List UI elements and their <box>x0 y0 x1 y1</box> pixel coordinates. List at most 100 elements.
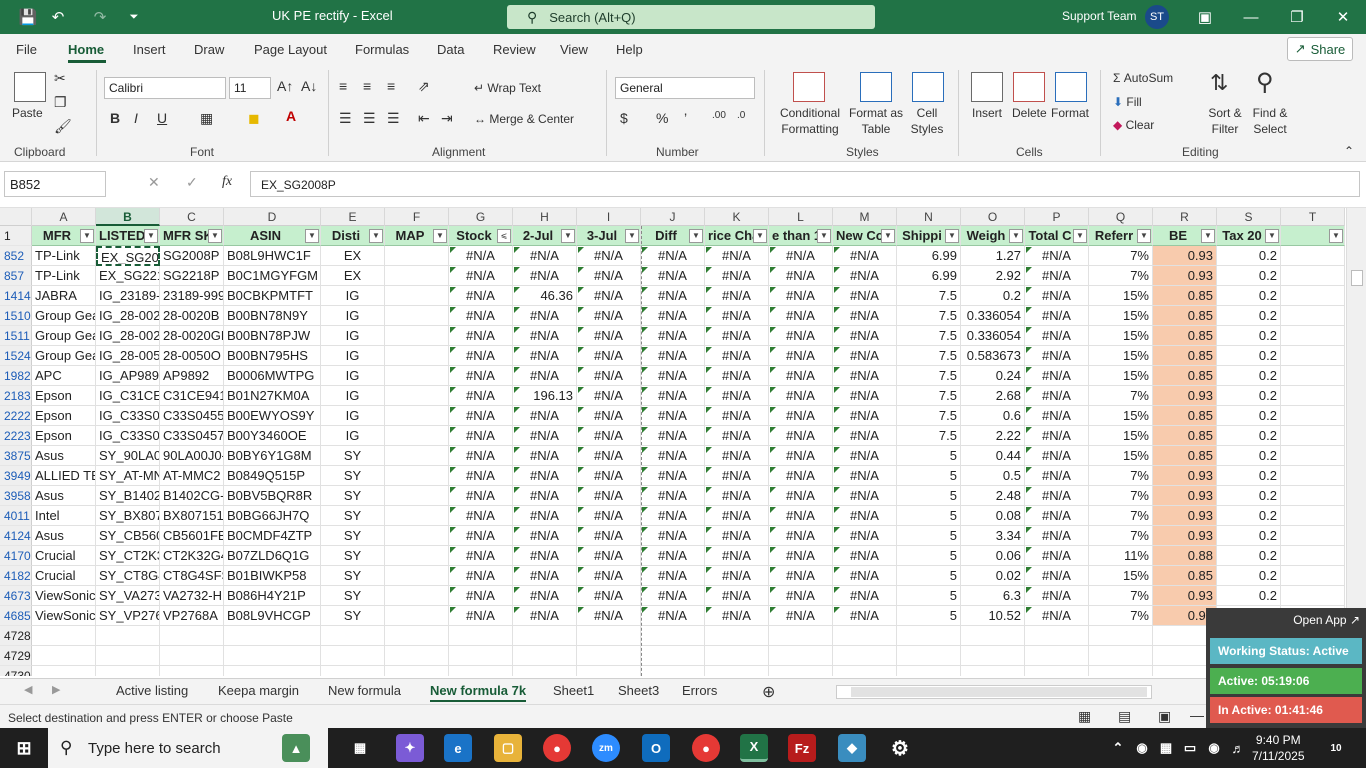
filter-dropdown-icon[interactable]: ▼ <box>1137 229 1151 243</box>
news-widget-icon[interactable]: ▲ <box>282 734 310 762</box>
filter-dropdown-icon[interactable]: ▼ <box>1265 229 1279 243</box>
table-cell[interactable]: #N/A <box>513 506 577 526</box>
sheet-tab-active-listing[interactable]: Active listing <box>116 683 188 698</box>
sheet-tab-errors[interactable]: Errors <box>682 683 717 698</box>
table-cell[interactable] <box>1281 526 1345 546</box>
table-cell[interactable]: 15% <box>1089 566 1153 586</box>
table-cell[interactable]: #N/A <box>833 326 897 346</box>
table-cell[interactable]: Crucial <box>32 566 96 586</box>
table-cell[interactable]: #N/A <box>513 246 577 266</box>
table-cell[interactable] <box>641 646 705 666</box>
table-cell[interactable]: 7.5 <box>897 326 961 346</box>
menu-home[interactable]: Home <box>68 42 104 57</box>
formula-input[interactable]: EX_SG2008P <box>250 171 1360 197</box>
settings-icon[interactable]: ⚙ <box>886 734 914 762</box>
table-cell[interactable]: #N/A <box>641 386 705 406</box>
table-cell[interactable]: 0.2 <box>1217 286 1281 306</box>
table-cell[interactable]: 5 <box>897 506 961 526</box>
table-cell[interactable] <box>1281 406 1345 426</box>
table-cell[interactable]: 46.36 <box>513 286 577 306</box>
table-cell[interactable]: 28-0020B <box>160 306 224 326</box>
table-cell[interactable]: #N/A <box>705 286 769 306</box>
table-cell[interactable]: #N/A <box>1025 306 1089 326</box>
table-cell[interactable]: #N/A <box>769 566 833 586</box>
column-header-f[interactable]: F <box>385 208 449 226</box>
table-cell[interactable]: 0.2 <box>1217 426 1281 446</box>
align-center-icon[interactable]: ☰ <box>363 110 376 127</box>
undo-icon[interactable]: ↶ <box>46 5 70 29</box>
table-cell[interactable]: #N/A <box>577 326 641 346</box>
table-cell[interactable]: B08L9VHCGP <box>224 606 321 626</box>
table-cell[interactable] <box>1025 626 1089 646</box>
table-cell[interactable]: #N/A <box>641 586 705 606</box>
table-cell[interactable]: 0.85 <box>1153 326 1217 346</box>
decrease-decimal-icon[interactable]: .0 <box>737 110 745 121</box>
sheet-tab-sheet3[interactable]: Sheet3 <box>618 683 659 698</box>
table-cell[interactable] <box>577 646 641 666</box>
table-cell[interactable]: 0.08 <box>961 506 1025 526</box>
table-cell[interactable] <box>1089 666 1153 676</box>
table-cell[interactable]: 0.93 <box>1153 466 1217 486</box>
table-cell[interactable]: #N/A <box>1025 566 1089 586</box>
table-cell[interactable]: 11% <box>1089 546 1153 566</box>
table-cell[interactable]: B0006MWTPG <box>224 366 321 386</box>
prev-sheet-icon[interactable]: ◀ <box>24 683 32 696</box>
filezilla-icon[interactable]: Fz <box>788 734 816 762</box>
table-cell[interactable]: 0.85 <box>1153 406 1217 426</box>
table-cell[interactable]: EX_SG221 <box>96 266 160 286</box>
table-cell[interactable]: SY <box>321 486 385 506</box>
table-cell[interactable]: 0.2 <box>1217 486 1281 506</box>
filter-dropdown-icon[interactable]: ▼ <box>1329 229 1343 243</box>
table-cell[interactable]: 0.2 <box>1217 566 1281 586</box>
currency-icon[interactable]: $ <box>620 110 628 126</box>
outlook-icon[interactable]: O <box>642 734 670 762</box>
table-cell[interactable]: 196.13 <box>513 386 577 406</box>
table-cell[interactable]: 7.5 <box>897 386 961 406</box>
number-format-select[interactable]: General <box>615 77 755 99</box>
row-header[interactable]: 852 <box>0 246 32 266</box>
table-cell[interactable]: 5 <box>897 446 961 466</box>
align-top-icon[interactable]: ≡ <box>339 78 347 94</box>
table-cell[interactable]: #N/A <box>1025 386 1089 406</box>
table-cell[interactable]: IG <box>321 306 385 326</box>
table-cell[interactable]: #N/A <box>513 526 577 546</box>
table-cell[interactable]: 0.2 <box>1217 306 1281 326</box>
table-cell[interactable]: #N/A <box>577 586 641 606</box>
table-cell[interactable]: 15% <box>1089 306 1153 326</box>
table-cell[interactable]: B1402CG-I <box>160 486 224 506</box>
table-cell[interactable]: #N/A <box>833 566 897 586</box>
table-cell[interactable]: #N/A <box>577 346 641 366</box>
table-cell[interactable]: #N/A <box>577 426 641 446</box>
table-cell[interactable]: #N/A <box>449 286 513 306</box>
table-cell[interactable]: #N/A <box>1025 486 1089 506</box>
table-cell[interactable]: 0.2 <box>1217 506 1281 526</box>
table-cell[interactable]: 0.2 <box>1217 266 1281 286</box>
table-cell[interactable]: VA2732-H <box>160 586 224 606</box>
table-cell[interactable]: SY_CB560 <box>96 526 160 546</box>
table-cell[interactable]: 1.27 <box>961 246 1025 266</box>
table-cell[interactable]: 0.2 <box>1217 586 1281 606</box>
table-cell[interactable]: B0CBKPMTFT <box>224 286 321 306</box>
table-cell[interactable]: #N/A <box>449 306 513 326</box>
table-cell[interactable]: #N/A <box>513 486 577 506</box>
delete-cells-button[interactable]: Delete <box>1012 105 1047 121</box>
table-cell[interactable]: #N/A <box>769 346 833 366</box>
align-middle-icon[interactable]: ≡ <box>363 78 371 94</box>
table-cell[interactable] <box>385 366 449 386</box>
comma-icon[interactable]: ’ <box>684 110 687 126</box>
row-header[interactable]: 1 <box>0 226 32 246</box>
row-header[interactable]: 1414 <box>0 286 32 306</box>
table-cell[interactable]: SY <box>321 446 385 466</box>
wrap-text-button[interactable]: ↵ Wrap Text <box>474 80 541 96</box>
table-cell[interactable]: #N/A <box>641 466 705 486</box>
table-cell[interactable]: 6.99 <box>897 246 961 266</box>
table-cell[interactable]: Intel <box>32 506 96 526</box>
table-cell[interactable] <box>385 666 449 676</box>
table-cell[interactable]: #N/A <box>449 366 513 386</box>
table-cell[interactable] <box>385 306 449 326</box>
table-cell[interactable]: 15% <box>1089 406 1153 426</box>
row-header[interactable]: 857 <box>0 266 32 286</box>
table-cell[interactable] <box>224 626 321 646</box>
table-cell[interactable]: 7.5 <box>897 346 961 366</box>
table-cell[interactable]: C33S04571 <box>160 426 224 446</box>
